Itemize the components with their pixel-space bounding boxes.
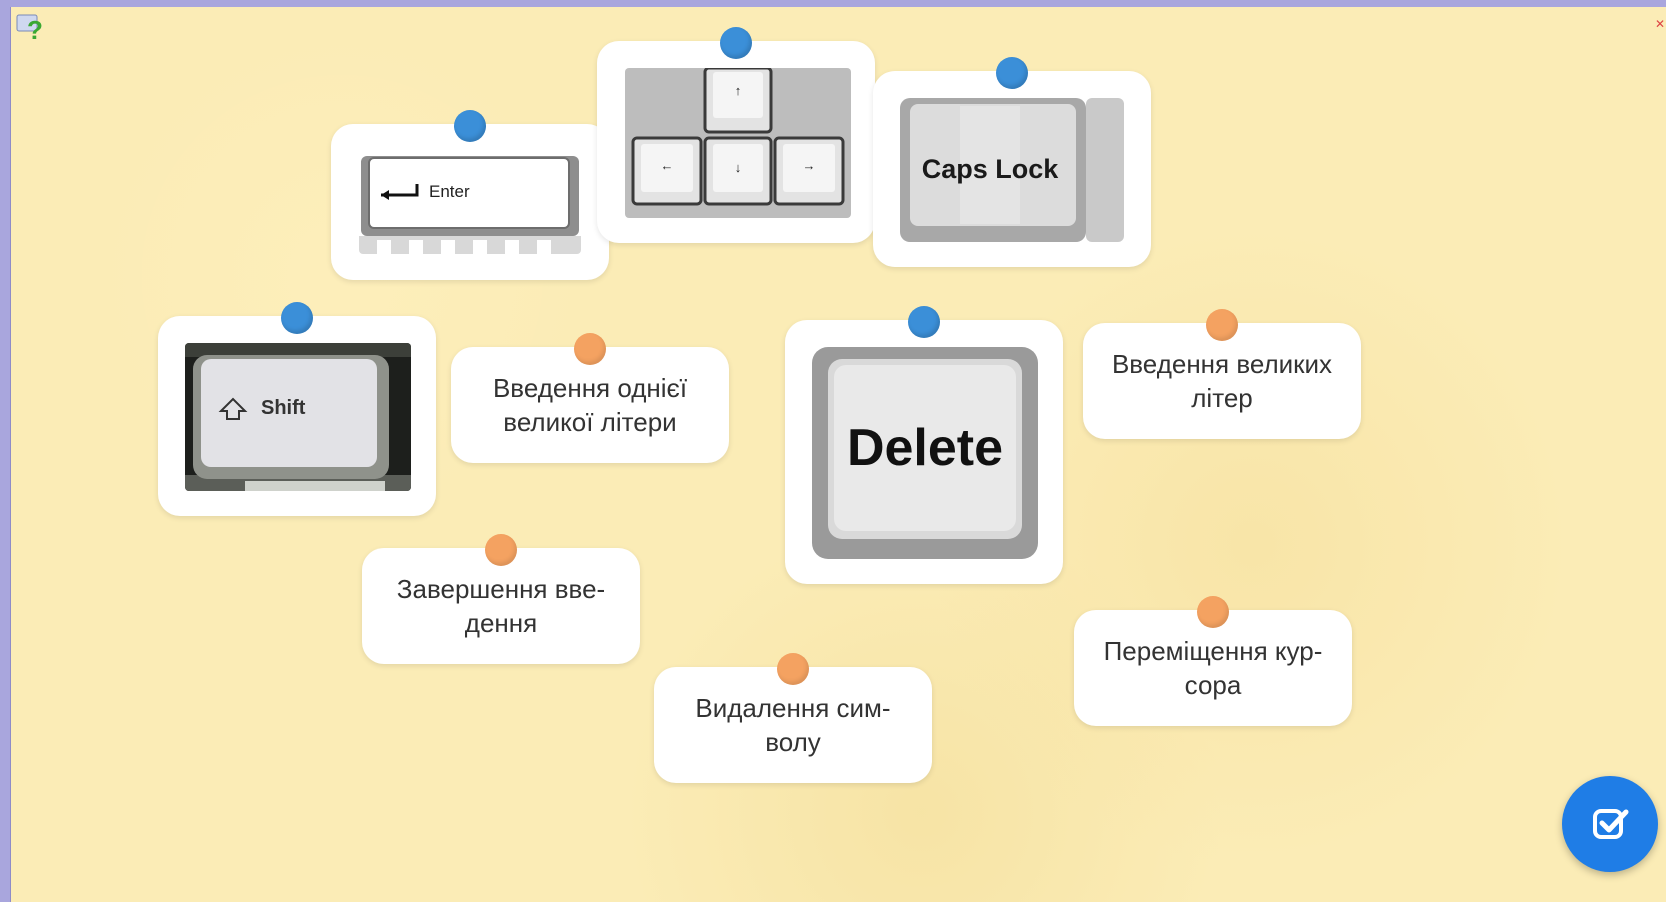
shift-key-label: Shift [261, 397, 306, 419]
connector-pin[interactable] [1206, 309, 1238, 341]
checkbox-check-icon [1593, 809, 1629, 839]
delete-key-image: Delete [812, 347, 1038, 559]
arrow-keys-image: ↑ ← ↓ → [625, 68, 851, 218]
card-text: Завершення вве- дення [396, 574, 606, 638]
enter-key-label: Enter [429, 182, 470, 201]
arrow-down-label: ↓ [735, 160, 742, 175]
capslock-key-label: Caps Lock [922, 154, 1060, 184]
connector-pin[interactable] [485, 534, 517, 566]
connector-pin[interactable] [996, 57, 1028, 89]
card-delete-key[interactable]: Delete [785, 306, 1063, 584]
connector-pin[interactable] [574, 333, 606, 365]
delete-key-label: Delete [847, 419, 1003, 477]
arrow-left-label: ← [661, 158, 674, 173]
arrow-up-label: ↑ [735, 83, 742, 98]
card-delete-character[interactable]: Видалення сим- волу [654, 653, 932, 783]
card-enter-key[interactable]: Enter [331, 110, 609, 280]
card-finish-input[interactable]: Завершення вве- дення [362, 534, 640, 664]
help-question-icon[interactable]: ? [15, 11, 45, 41]
arrow-right-label: → [803, 158, 816, 173]
svg-text:?: ? [27, 15, 43, 41]
connector-pin[interactable] [720, 27, 752, 59]
connector-pin[interactable] [777, 653, 809, 685]
shift-key-image: Shift [185, 343, 411, 491]
connector-pin[interactable] [908, 306, 940, 338]
card-text: Введення великих літер [1111, 349, 1333, 413]
connector-pin[interactable] [281, 302, 313, 334]
card-text: Видалення сим- волу [695, 693, 891, 757]
card-text: Переміщення кур- сора [1103, 636, 1323, 700]
card-arrow-keys[interactable]: ↑ ← ↓ → [597, 27, 875, 243]
activity-board: ? ✕ Enter ↑ ← ↓ → Caps Lock Shift Delete… [10, 7, 1666, 902]
enter-key-image: Enter [359, 154, 581, 254]
check-answers-button[interactable] [1562, 776, 1658, 872]
capslock-key-image: Caps Lock [900, 98, 1124, 242]
card-capital-letters[interactable]: Введення великих літер [1083, 309, 1361, 439]
card-capslock-key[interactable]: Caps Lock [873, 57, 1151, 267]
card-shift-key[interactable]: Shift [158, 302, 436, 516]
connector-pin[interactable] [1197, 596, 1229, 628]
connector-pin[interactable] [454, 110, 486, 142]
card-single-capital-letter[interactable]: Введення однієї великої літери [451, 333, 729, 463]
close-icon[interactable]: ✕ [1655, 17, 1665, 31]
card-text: Введення однієї великої літери [492, 373, 688, 437]
card-move-cursor[interactable]: Переміщення кур- сора [1074, 596, 1352, 726]
